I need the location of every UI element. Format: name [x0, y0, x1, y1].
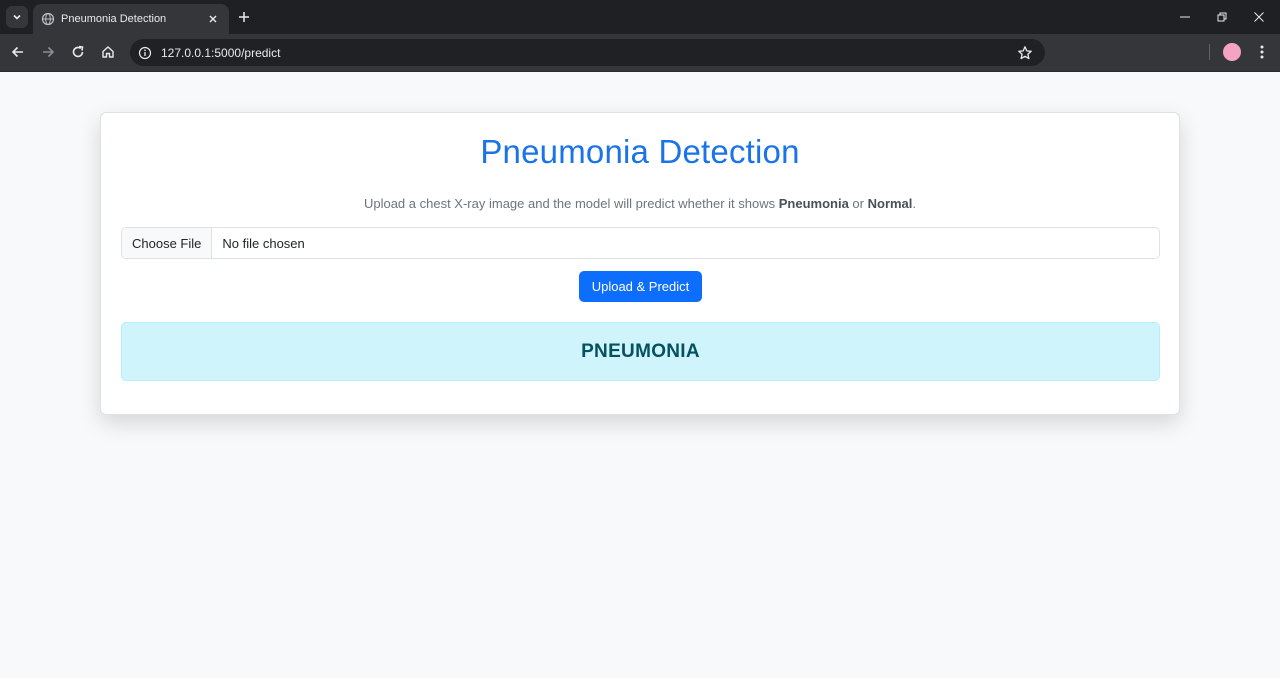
page-description: Upload a chest X-ray image and the model…: [101, 196, 1179, 211]
restore-button[interactable]: [1211, 6, 1233, 28]
reload-icon: [72, 45, 84, 58]
address-bar[interactable]: 127.0.0.1:5000/predict: [130, 39, 1045, 66]
minimize-icon: [1180, 16, 1190, 18]
info-icon[interactable]: [138, 46, 152, 60]
forward-icon: [43, 46, 55, 58]
new-tab-button[interactable]: [235, 8, 253, 26]
file-input[interactable]: Choose File No file chosen: [121, 227, 1160, 259]
normal-emphasis: Normal: [867, 196, 913, 211]
chevron-down-icon: [13, 14, 21, 20]
page-title: Pneumonia Detection: [480, 133, 800, 170]
toolbar-divider: [1209, 44, 1210, 60]
back-button[interactable]: [7, 41, 29, 63]
tab-strip: Pneumonia Detection: [0, 0, 1280, 34]
profile-avatar[interactable]: [1223, 43, 1241, 61]
prediction-label: PNEUMONIA: [581, 340, 700, 362]
url-text[interactable]: 127.0.0.1:5000/predict: [161, 46, 1017, 60]
reload-button[interactable]: [67, 41, 89, 63]
home-button[interactable]: [97, 41, 119, 63]
description-text: Upload a chest X-ray image and the model…: [363, 196, 779, 211]
tab-title: Pneumonia Detection: [61, 13, 167, 25]
browser-toolbar: 127.0.0.1:5000/predict: [0, 34, 1280, 72]
active-tab[interactable]: Pneumonia Detection: [33, 4, 229, 34]
file-status: No file chosen: [222, 235, 305, 251]
tab-search-button[interactable]: [6, 6, 28, 28]
browser-menu-button[interactable]: [1252, 42, 1272, 62]
close-icon[interactable]: [205, 11, 221, 27]
description-end: .: [912, 196, 917, 211]
star-icon[interactable]: [1017, 45, 1033, 61]
back-icon: [11, 46, 23, 58]
globe-icon: [41, 12, 55, 26]
close-icon: [1254, 12, 1264, 22]
prediction-result: PNEUMONIA: [121, 322, 1160, 381]
forward-button[interactable]: [37, 41, 59, 63]
choose-file-button[interactable]: Choose File: [122, 228, 213, 258]
kebab-menu-icon: [1260, 45, 1264, 59]
home-icon: [102, 46, 114, 58]
pneumonia-emphasis: Pneumonia: [778, 196, 849, 211]
description-connector: or: [848, 196, 868, 211]
main-card: Pneumonia Detection Upload a chest X-ray…: [100, 112, 1180, 415]
upload-predict-button[interactable]: Upload & Predict: [579, 271, 702, 302]
window-close-button[interactable]: [1248, 6, 1270, 28]
plus-icon: [239, 12, 249, 22]
restore-icon: [1217, 12, 1227, 22]
minimize-button[interactable]: [1174, 6, 1196, 28]
